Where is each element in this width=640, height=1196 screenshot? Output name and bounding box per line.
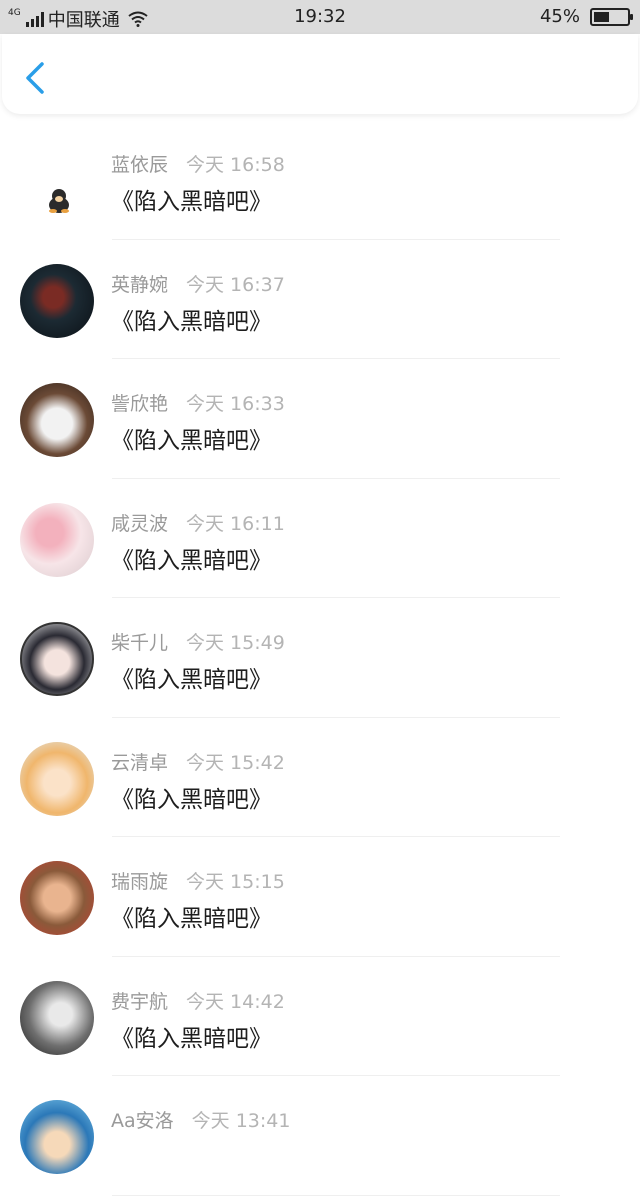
message-text: 《陷入黑暗吧》 <box>111 786 272 813</box>
message-row[interactable]: 费宇航 今天 14:42 《陷入黑暗吧》 <box>0 957 640 1076</box>
avatar[interactable] <box>20 861 94 935</box>
sender-line: Aa安洛 今天 13:41 <box>111 1106 290 1133</box>
message-list: 蓝依辰 今天 16:58 《陷入黑暗吧》 英静婉 今天 16:37 《陷入黑暗吧》 訾欣艳今… <box>0 120 640 1196</box>
battery-icon <box>590 7 633 26</box>
message-text: 《陷入黑暗吧》 <box>111 547 272 574</box>
avatar[interactable] <box>20 502 94 577</box>
message-time: 今天 16:37 <box>186 273 285 296</box>
avatar[interactable] <box>20 741 94 816</box>
avatar[interactable] <box>20 980 94 1055</box>
avatar[interactable] <box>20 144 94 218</box>
message-time: 今天 14:42 <box>186 990 285 1013</box>
message-row[interactable]: 柴千儿 今天 15:49 《陷入黑暗吧》 <box>0 598 640 718</box>
status-right: 45% <box>539 6 633 27</box>
avatar[interactable] <box>20 383 94 457</box>
sender-name: 云清卓 <box>111 751 169 774</box>
status-bar: 4G 中国联通 19:32 45% <box>0 0 640 34</box>
message-time: 今天 15:49 <box>186 632 285 654</box>
sender-name: Aa安洛 <box>111 1110 174 1132</box>
sender-line: 蓝依辰 今天 16:58 <box>111 150 285 177</box>
chevron-left-icon[interactable] <box>20 60 50 96</box>
sender-line: 訾欣艳 今天 16:33 <box>111 389 285 416</box>
message-text: 《陷入黑暗吧》 <box>111 667 272 693</box>
message-time: 今天 16:33 <box>186 393 285 415</box>
message-text: 《陷入黑暗吧》 <box>111 1025 272 1052</box>
sender-name: 訾欣艳 <box>111 393 169 415</box>
sender-name: 柴千儿 <box>111 632 169 654</box>
battery-level <box>594 11 609 22</box>
nav-bar <box>2 34 638 114</box>
message-time: 今天 15:42 <box>186 751 285 774</box>
sender-line: 费宇航 今天 14:42 <box>111 987 285 1014</box>
sender-name: 英静婉 <box>111 273 169 296</box>
sender-line: 瑞雨旋 今天 15:15 <box>111 867 285 894</box>
message-time: 今天 13:41 <box>191 1110 291 1132</box>
message-time: 今天 16:58 <box>186 154 285 176</box>
message-text: 《陷入黑暗吧》 <box>111 189 272 215</box>
message-text: 《陷入黑暗吧》 <box>111 308 272 335</box>
row-divider <box>112 1194 560 1196</box>
sender-name: 瑞雨旋 <box>111 871 169 893</box>
sender-name: 蓝依辰 <box>111 154 169 176</box>
message-row[interactable]: 咸灵波 今天 16:11 《陷入黑暗吧》 <box>0 479 640 598</box>
sender-line: 英静婉 今天 16:37 <box>111 270 285 297</box>
battery-percent: 45% <box>539 6 580 27</box>
sender-line: 云清卓 今天 15:42 <box>111 748 285 775</box>
message-row[interactable]: 英静婉 今天 16:37 《陷入黑暗吧》 <box>0 240 640 359</box>
sender-name: 咸灵波 <box>111 512 169 535</box>
avatar[interactable] <box>20 622 94 696</box>
message-row[interactable]: Aa安洛 今天 13:41 <box>0 1076 640 1196</box>
message-time: 今天 16:11 <box>186 512 285 535</box>
message-text: 《陷入黑暗吧》 <box>111 428 272 454</box>
penguin-icon <box>49 189 69 213</box>
message-row[interactable]: 瑞雨旋 今天 15:15 《陷入黑暗吧》 <box>0 837 640 957</box>
sender-name: 费宇航 <box>111 990 169 1013</box>
message-text: 《陷入黑暗吧》 <box>111 906 272 932</box>
message-row[interactable]: 蓝依辰 今天 16:58 《陷入黑暗吧》 <box>0 120 640 240</box>
avatar[interactable] <box>20 1100 94 1174</box>
avatar[interactable] <box>20 263 94 338</box>
message-row[interactable]: 訾欣艳 今天 16:33 《陷入黑暗吧》 <box>0 359 640 479</box>
sender-line: 柴千儿 今天 15:49 <box>111 628 285 655</box>
message-time: 今天 15:15 <box>186 871 285 893</box>
sender-line: 咸灵波 今天 16:11 <box>111 509 285 536</box>
message-row[interactable]: 云清卓 今天 15:42 《陷入黑暗吧》 <box>0 718 640 837</box>
